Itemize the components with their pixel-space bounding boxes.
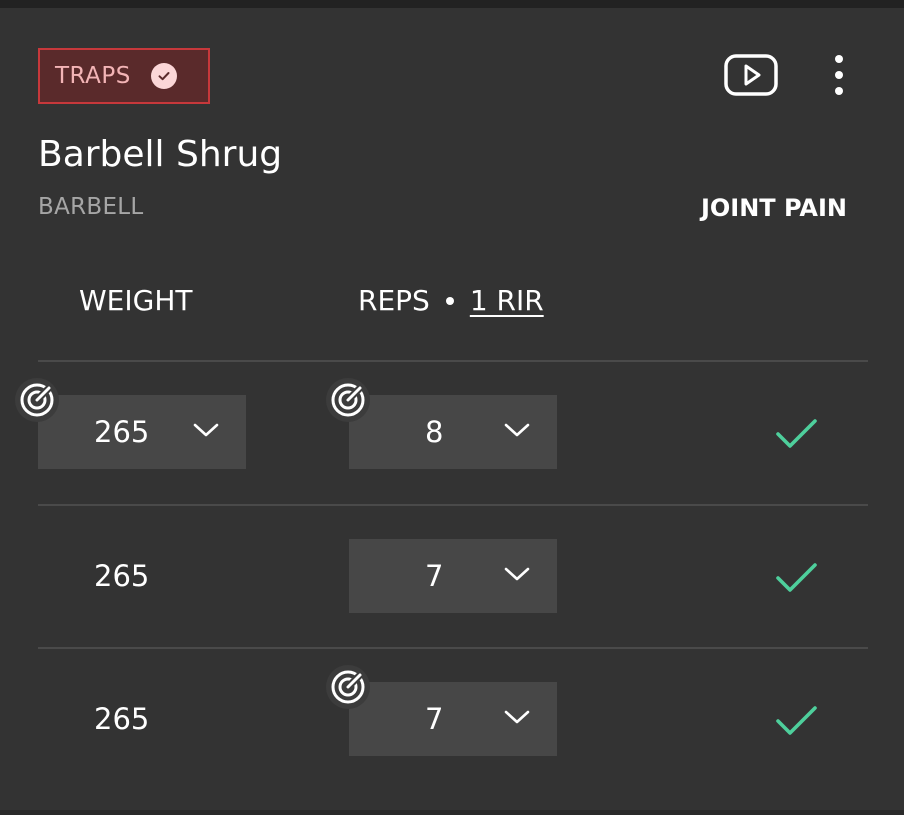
muscle-group-badge[interactable]: TRAPS [38,48,210,104]
reps-value: 7 [425,559,444,593]
more-vertical-icon[interactable] [826,54,852,98]
chevron-down-icon [192,421,220,443]
reps-column-header: REPS 1 RIR [358,284,544,317]
rir-link[interactable]: 1 RIR [470,284,544,317]
weight-column-header: WEIGHT [79,284,193,317]
weight-value: 265 [94,702,150,736]
row-divider [38,360,868,362]
target-icon [326,665,370,709]
exercise-title: Barbell Shrug [38,134,283,175]
top-edge [0,0,904,8]
reps-dropdown[interactable]: 7 [349,682,557,756]
weight-value: 265 [94,559,150,593]
reps-dropdown[interactable]: 7 [349,539,557,613]
joint-pain-button[interactable]: JOINT PAIN [701,194,847,222]
weight-dropdown[interactable]: 265 [38,395,246,469]
reps-label: REPS [358,284,430,317]
row-divider [38,647,868,649]
separator-dot [445,296,454,305]
reps-dropdown[interactable]: 8 [349,395,557,469]
reps-value: 8 [425,415,444,449]
chevron-down-icon [503,421,531,443]
bottom-edge [0,810,904,815]
muscle-group-label: TRAPS [55,63,131,89]
play-video-icon[interactable] [724,54,778,96]
chevron-down-icon [503,565,531,587]
target-icon [15,378,59,422]
check-circle-icon [150,63,177,89]
target-icon [326,378,370,422]
checkmark-icon[interactable] [774,701,820,741]
checkmark-icon[interactable] [774,414,820,454]
checkmark-icon[interactable] [774,558,820,598]
chevron-down-icon [503,708,531,730]
reps-value: 7 [425,702,444,736]
weight-value: 265 [94,415,150,449]
equipment-label: BARBELL [38,194,144,220]
row-divider [38,504,868,506]
